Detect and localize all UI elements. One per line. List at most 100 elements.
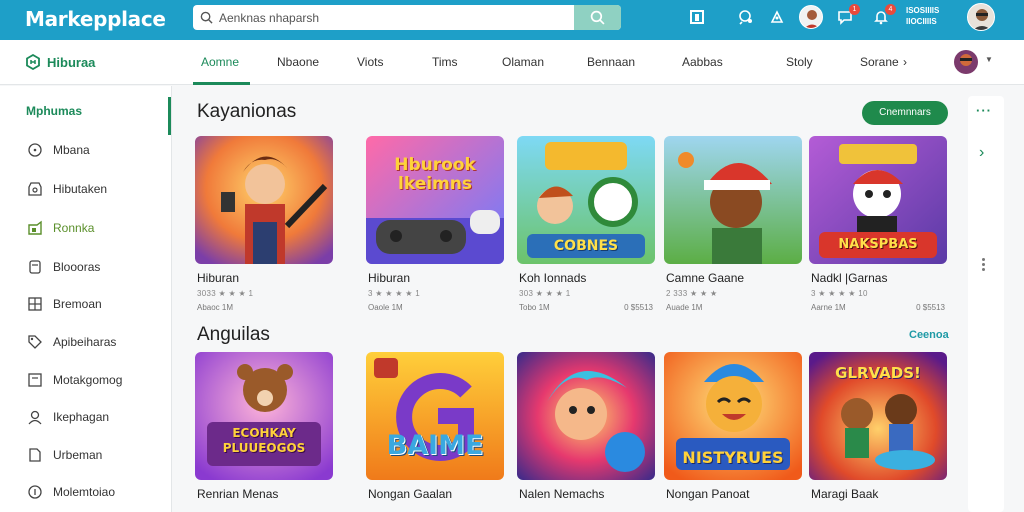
app-rating: 303 ★ ★ ★ 1 [519,289,571,298]
tab-home[interactable]: Aomne [201,55,239,69]
app-thumbnail[interactable]: ECOHKAY PLUUEOGOS [195,352,333,480]
sidebar-item-4[interactable]: Bloooras [26,257,100,277]
app-meta: Aarne 1M [811,303,846,312]
app-thumbnail[interactable]: COBNES [517,136,655,264]
sidebar-heading[interactable]: Mphumas [26,101,82,121]
app-thumbnail[interactable]: BAIME [366,352,504,480]
tab-2[interactable]: Nbaone [277,55,319,69]
top-bar: Markepplace 1 4 ISOSIIIIS IIOCIIIIS [0,0,1024,40]
account-info[interactable]: ISOSIIIIS IIOCIIIIS [906,5,939,27]
app-art-text: Hburook lkeimns [394,155,476,194]
app-rating: 2 333 ★ ★ ★ [666,289,718,298]
sidebar-item-10[interactable]: Molemtoiao [26,482,115,502]
store-icon[interactable] [688,8,706,26]
app-title[interactable]: Hiburan [368,271,410,285]
profile-avatar[interactable] [967,3,995,31]
app-card[interactable]: Nalen Nemachs [517,352,655,512]
sidebar-active-indicator [168,97,171,135]
section-action-button[interactable]: Cnemnnars [862,101,948,125]
tag-icon [26,334,43,351]
store-icon [26,181,43,198]
sidebar-item-label: Apibeiharas [53,335,117,349]
vertical-more-icon[interactable] [982,258,986,273]
bell-icon[interactable]: 4 [872,4,896,26]
tab-6[interactable]: Bennaan [587,55,635,69]
app-title[interactable]: Hiburan [197,271,239,285]
sidebar-item-1[interactable]: Mbana [26,140,90,160]
search-button[interactable] [574,5,621,30]
search-input[interactable] [219,5,564,30]
nav-bar: Hiburaa Aomne Nbaone Viots Tims Olaman B… [0,40,1024,85]
app-title[interactable]: Nongan Gaalan [368,487,452,501]
app-title[interactable]: Maragi Baak [811,487,878,501]
tab-3[interactable]: Viots [357,55,383,69]
app-thumbnail[interactable] [664,136,802,264]
sidebar-item-5[interactable]: Bremoan [26,294,102,314]
sidebar-item-3[interactable]: Ronnka [26,218,94,238]
sidebar-item-2[interactable]: Hibutaken [26,179,107,199]
app-price: 0 $5513 [624,303,653,312]
app-logo[interactable]: Markepplace [25,7,166,31]
app-title[interactable]: Nongan Panoat [666,487,749,501]
app-title[interactable]: Camne Gaane [666,271,744,285]
sidebar-item-6[interactable]: Apibeiharas [26,332,116,352]
share-icon[interactable] [736,8,754,26]
app-title[interactable]: Renrian Menas [197,487,278,501]
app-thumbnail[interactable]: NISTYRUES [664,352,802,480]
compass-icon[interactable] [768,8,786,26]
app-title[interactable]: Nalen Nemachs [519,487,604,501]
app-card[interactable]: NAKSPBAS Nadkl |Garnas 3 ★ ★ ★ ★ 10 Aarn… [809,136,947,316]
app-meta: Tobo 1M [519,303,550,312]
sidebar-item-label: Ronnka [53,221,95,235]
user-icon [26,409,43,426]
app-card[interactable]: GLRVADS! Maragi Baak [809,352,947,512]
page-icon [26,447,43,464]
tab-9[interactable]: Sorane [860,55,899,69]
brand[interactable]: Hiburaa [25,54,95,70]
app-card[interactable]: ECOHKAY PLUUEOGOS Renrian Menas [195,352,333,512]
tab-4[interactable]: Tims [432,55,458,69]
app-thumbnail[interactable] [195,136,333,264]
tab-8[interactable]: Stoly [786,55,813,69]
sidebar-item-label: Urbeman [53,448,103,462]
app-title[interactable]: Koh Ionnads [519,271,586,285]
app-price: 0 $5513 [916,303,945,312]
sidebar-item-9[interactable]: Urbeman [26,445,102,465]
app-meta: Abaoc 1M [197,303,234,312]
sidebar-item-7[interactable]: Motakgomog [26,370,122,390]
search-bar[interactable] [193,5,621,30]
chevron-down-icon[interactable]: ▼ [985,55,993,64]
app-card[interactable]: COBNES Koh Ionnads 303 ★ ★ ★ 1 Tobo 1M 0… [517,136,655,316]
app-rating: 3033 ★ ★ ★ 1 [197,289,254,298]
tab-5[interactable]: Olaman [502,55,544,69]
section-title: Anguilas [197,324,270,345]
user-avatar[interactable] [799,5,823,29]
see-all-link[interactable]: Ceenoa [909,329,949,341]
app-title[interactable]: Nadkl |Garnas [811,271,887,285]
active-tab-indicator [193,82,250,85]
sidebar-item-8[interactable]: Ikephagan [26,407,109,427]
chat-badge: 1 [849,4,860,15]
info-icon [26,484,43,501]
app-card[interactable]: NISTYRUES Nongan Panoat [664,352,802,512]
bell-badge: 4 [885,4,896,15]
chat-icon[interactable]: 1 [836,4,860,26]
search-icon [590,10,605,25]
nav-avatar[interactable] [954,50,978,74]
bookmark-icon [26,259,43,276]
app-card[interactable]: Hburook lkeimns Hiburan 3 ★ ★ ★ ★ 1 Oaol… [366,136,504,316]
app-card[interactable]: BAIME Nongan Gaalan [366,352,504,512]
tab-7[interactable]: Aabbas [682,55,723,69]
app-rating: 3 ★ ★ ★ ★ 1 [368,289,420,298]
more-icon[interactable]: ··· [976,103,992,118]
app-thumbnail[interactable] [517,352,655,480]
app-art-text: NISTYRUES [682,448,784,467]
app-thumbnail[interactable]: NAKSPBAS [809,136,947,264]
chevron-right-icon[interactable]: › [979,144,984,162]
app-card[interactable]: Camne Gaane 2 333 ★ ★ ★ Auade 1M [664,136,802,316]
app-card[interactable]: Hiburan 3033 ★ ★ ★ 1 Abaoc 1M [195,136,333,316]
app-thumbnail[interactable]: GLRVADS! [809,352,947,480]
app-thumbnail[interactable]: Hburook lkeimns [366,136,504,264]
sidebar-item-label: Mbana [53,143,90,157]
chevron-right-icon[interactable]: › [903,55,907,69]
